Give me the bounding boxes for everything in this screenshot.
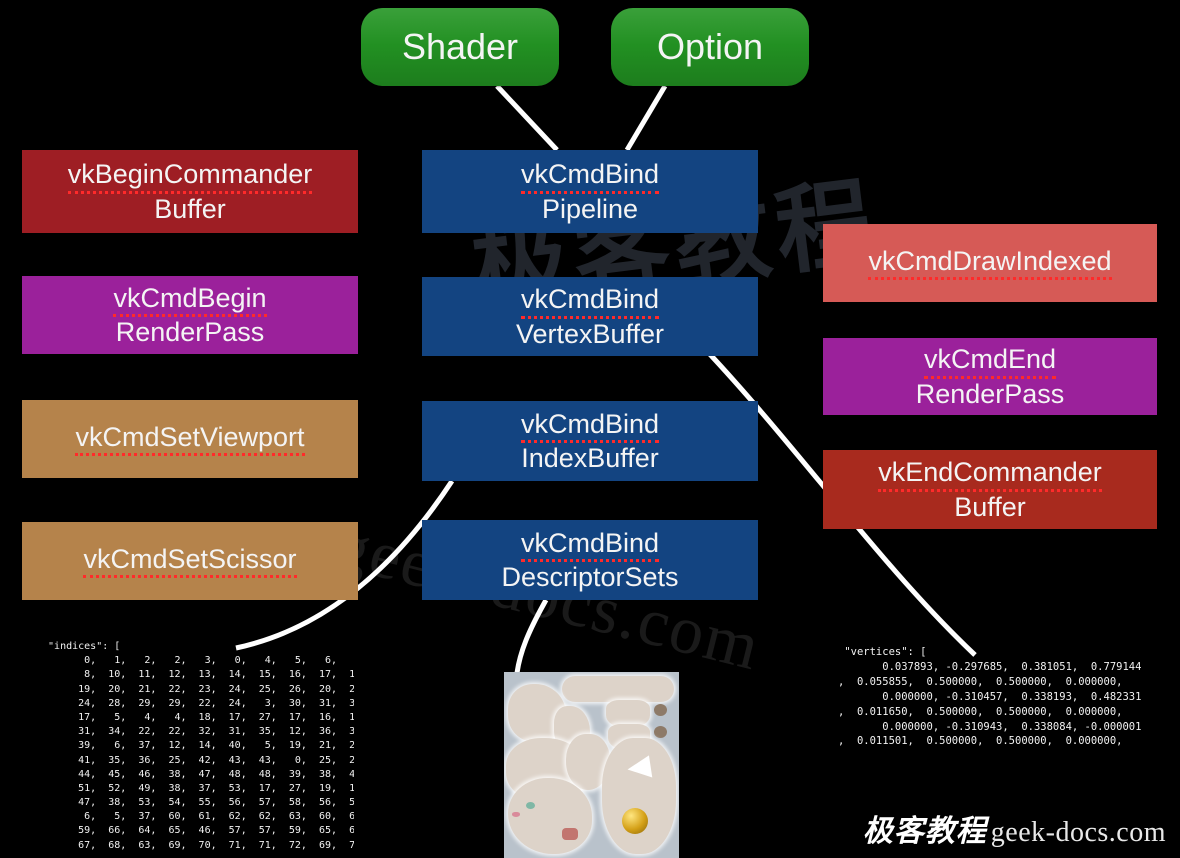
node-label-line2: VertexBuffer — [515, 318, 665, 349]
node-label: vkCmdSetScissor — [83, 544, 297, 579]
node-vk-end-command-buffer[interactable]: vkEndCommander Buffer — [823, 450, 1157, 529]
diagram-canvas: 极客教程 Shader Option vkBeginCommander Buffe… — [0, 0, 1180, 858]
node-label-line1: vkCmdSetScissor — [83, 544, 297, 579]
node-vk-cmd-end-render-pass[interactable]: vkCmdEnd RenderPass — [823, 338, 1157, 415]
node-vk-cmd-bind-pipeline[interactable]: vkCmdBind Pipeline — [422, 150, 758, 233]
node-vk-cmd-set-scissor[interactable]: vkCmdSetScissor — [22, 522, 358, 600]
node-vk-cmd-draw-indexed[interactable]: vkCmdDrawIndexed — [823, 224, 1157, 302]
node-label-line1: vkBeginCommander — [67, 159, 313, 194]
node-label-line2: Pipeline — [541, 193, 639, 224]
node-label-line1: vkCmdBind — [520, 528, 660, 562]
node-label: vkCmdBind IndexBuffer — [520, 409, 660, 473]
node-label-line2: Buffer — [154, 193, 226, 224]
node-label-line1: vkCmdBind — [520, 409, 660, 443]
node-label-line2: Buffer — [954, 491, 1026, 522]
indices-data-block: "indices": [ 0, 1, 2, 2, 3, 0, 4, 5, 6, … — [48, 641, 354, 851]
node-vk-cmd-bind-index-buffer[interactable]: vkCmdBind IndexBuffer — [422, 401, 758, 481]
input-node-shader[interactable]: Shader — [361, 8, 559, 86]
brand-chinese-label: 极客教程 — [862, 815, 987, 848]
node-vk-begin-command-buffer[interactable]: vkBeginCommander Buffer — [22, 150, 358, 233]
connector-option-to-pipeline — [624, 84, 668, 152]
node-label-line2: RenderPass — [915, 378, 1065, 409]
cat-texture-atlas-image — [504, 672, 679, 858]
node-label: vkCmdEnd RenderPass — [916, 344, 1065, 408]
node-label: Option — [656, 25, 764, 67]
node-label-line1: vkCmdBind — [520, 159, 660, 194]
node-label: vkCmdBegin RenderPass — [113, 283, 267, 347]
node-vk-cmd-set-viewport[interactable]: vkCmdSetViewport — [22, 400, 358, 478]
vertices-data-block: "vertices": [ 0.037893, -0.297685, 0.381… — [838, 646, 1142, 748]
node-label: vkCmdBind Pipeline — [520, 159, 660, 224]
node-label-line1: vkCmdBegin — [113, 283, 267, 317]
node-label: vkCmdSetViewport — [75, 422, 305, 457]
node-label-line1: vkCmdSetViewport — [75, 422, 305, 457]
connector-descriptorsets-to-texture — [514, 598, 549, 674]
node-label-line1: vkEndCommander — [878, 457, 1102, 492]
node-label-line1: vkCmdBind — [520, 284, 660, 319]
node-label: vkBeginCommander Buffer — [67, 159, 313, 224]
node-vk-cmd-bind-vertex-buffer[interactable]: vkCmdBind VertexBuffer — [422, 277, 758, 356]
node-label-line1: vkCmdDrawIndexed — [868, 246, 1112, 281]
node-label: vkCmdBind DescriptorSets — [501, 528, 678, 592]
brand-url-label: geek-docs.com — [990, 817, 1166, 848]
node-label-line2: IndexBuffer — [521, 443, 659, 473]
node-label: vkCmdDrawIndexed — [868, 246, 1112, 281]
node-label-line2: RenderPass — [115, 317, 265, 347]
node-label: vkEndCommander Buffer — [878, 457, 1102, 522]
node-label: vkCmdBind VertexBuffer — [516, 284, 664, 348]
node-vk-cmd-bind-descriptor-sets[interactable]: vkCmdBind DescriptorSets — [422, 520, 758, 600]
connector-shader-to-pipeline — [495, 84, 559, 152]
brand-footer: 极客教程 geek-docs.com — [863, 806, 1166, 850]
node-label: Shader — [401, 25, 519, 67]
node-label-line1: vkCmdEnd — [923, 344, 1057, 379]
node-label-line2: DescriptorSets — [501, 562, 679, 592]
node-vk-cmd-begin-render-pass[interactable]: vkCmdBegin RenderPass — [22, 276, 358, 354]
input-node-option[interactable]: Option — [611, 8, 809, 86]
